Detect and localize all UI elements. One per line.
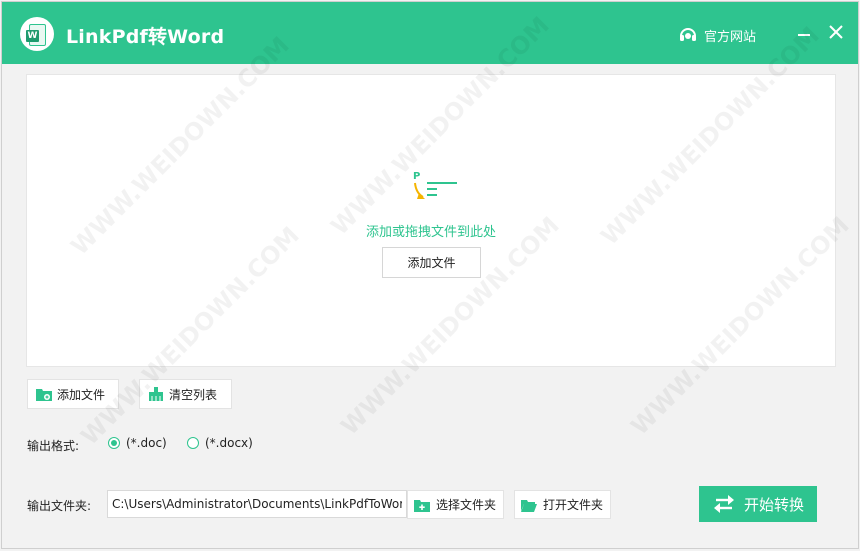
toolbar-add-file-button[interactable]: 添加文件 xyxy=(27,379,119,409)
headset-icon xyxy=(680,28,696,41)
add-folder-icon xyxy=(36,389,52,401)
choose-folder-label: 选择文件夹 xyxy=(436,498,497,512)
folder-plus-icon xyxy=(414,499,430,512)
add-file-button[interactable]: 添加文件 xyxy=(382,247,481,278)
app-title: LinkPdf转Word xyxy=(66,26,225,48)
format-option-doc[interactable]: (*.doc) xyxy=(108,436,167,450)
output-folder-path-input[interactable] xyxy=(107,490,407,518)
minimize-icon xyxy=(798,34,810,36)
official-site-link[interactable]: 官方网站 xyxy=(678,24,756,46)
clear-list-label: 清空列表 xyxy=(169,387,218,402)
format-option-docx-label: (*.docx) xyxy=(205,436,253,450)
output-folder-label: 输出文件夹: xyxy=(27,499,92,513)
drop-hint-text: 添加或拖拽文件到此处 xyxy=(365,225,496,240)
start-convert-button[interactable]: 开始转换 xyxy=(699,486,817,522)
start-convert-label: 开始转换 xyxy=(743,495,804,514)
radio-checked-icon xyxy=(108,437,120,449)
file-drop-zone[interactable]: P 添加或拖拽文件到此处 添加文件 xyxy=(26,74,836,367)
format-option-docx[interactable]: (*.docx) xyxy=(187,436,253,450)
broom-icon xyxy=(149,387,163,401)
close-button[interactable] xyxy=(826,22,846,42)
choose-folder-button[interactable]: 选择文件夹 xyxy=(407,490,504,519)
open-folder-button[interactable]: 打开文件夹 xyxy=(514,490,611,519)
clear-list-button[interactable]: 清空列表 xyxy=(139,379,232,409)
radio-unchecked-icon xyxy=(187,437,199,449)
pdf-to-word-icon: P xyxy=(413,171,457,199)
app-window: W LinkPdf转Word 官方网站 P 添加或拖拽文件到此处 添加文件 添加… xyxy=(1,1,859,549)
minimize-button[interactable] xyxy=(794,22,814,42)
convert-arrows-icon xyxy=(713,495,734,513)
close-icon xyxy=(829,25,843,39)
open-folder-label: 打开文件夹 xyxy=(543,498,604,512)
open-folder-icon xyxy=(521,499,537,512)
app-logo-icon: W xyxy=(20,17,54,51)
output-format-label: 输出格式: xyxy=(27,439,80,453)
svg-text:P: P xyxy=(413,171,420,182)
toolbar-add-file-label: 添加文件 xyxy=(57,387,106,402)
title-bar: W LinkPdf转Word 官方网站 xyxy=(2,2,858,64)
official-site-label: 官方网站 xyxy=(704,29,757,45)
format-option-doc-label: (*.doc) xyxy=(126,436,167,450)
